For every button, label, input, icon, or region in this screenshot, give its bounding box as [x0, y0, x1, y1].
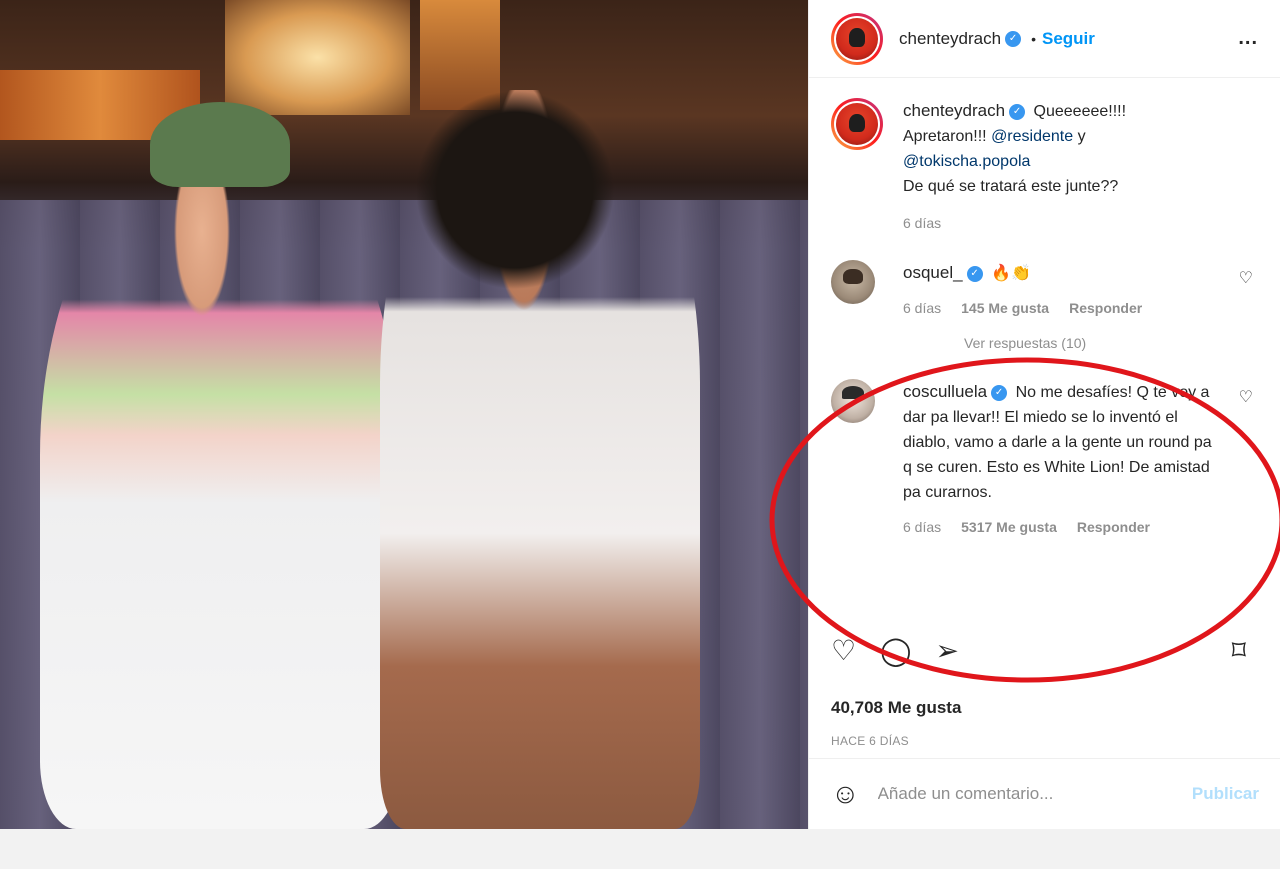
follow-button[interactable]: Seguir — [1042, 29, 1095, 49]
caption: chenteydrach ✓ Queeeeee!!!! Apretaron!!! … — [809, 98, 1280, 236]
post-actions: ♡ ◯ ➢ ⌑ — [831, 634, 1246, 667]
comment-likes[interactable]: 145 Me gusta — [961, 296, 1049, 321]
header-separator: • — [1031, 30, 1036, 47]
reply-button[interactable]: Responder — [1077, 515, 1150, 540]
instagram-post: chenteydrach ✓ • Seguir ... chenteydrach… — [0, 0, 1280, 829]
reply-button[interactable]: Responder — [1069, 296, 1142, 321]
comment-item: cosculluela ✓ No me desafíes! Q te voy a … — [809, 379, 1280, 540]
verified-icon: ✓ — [991, 384, 1008, 401]
comment-author[interactable]: cosculluela — [903, 382, 987, 401]
total-likes[interactable]: 40,708 Me gusta — [831, 698, 961, 718]
comment-like-icon[interactable]: ♡ — [1239, 268, 1253, 288]
caption-text-2: Apretaron!!! — [903, 128, 987, 145]
caption-time[interactable]: 6 días — [903, 211, 941, 236]
caption-author[interactable]: chenteydrach — [903, 101, 1005, 120]
like-heart-icon[interactable]: ♡ — [831, 634, 856, 667]
post-side-panel: chenteydrach ✓ • Seguir ... chenteydrach… — [808, 0, 1280, 829]
more-options-icon[interactable]: ... — [1238, 27, 1258, 50]
save-bookmark-icon[interactable]: ⌑ — [1232, 634, 1246, 667]
comment-like-icon[interactable]: ♡ — [1239, 387, 1253, 407]
mention-tokischa[interactable]: @tokischa.popola — [903, 153, 1030, 170]
view-replies-link[interactable]: Ver respuestas (10) — [809, 335, 1280, 351]
verified-icon: ✓ — [1005, 30, 1022, 47]
comment-input[interactable] — [877, 784, 1192, 804]
comment-likes[interactable]: 5317 Me gusta — [961, 515, 1057, 540]
post-photo[interactable] — [0, 0, 808, 829]
photo-lamp — [225, 0, 410, 115]
share-plane-icon[interactable]: ➢ — [935, 634, 958, 667]
emoji-icon[interactable]: ☺ — [831, 778, 860, 810]
comment-text: No me desafíes! Q te voy a dar pa llevar… — [903, 384, 1212, 501]
photo-person-left — [40, 150, 400, 829]
photo-hair — [415, 90, 615, 290]
author-avatar[interactable] — [831, 12, 883, 65]
comment-author[interactable]: osquel_ — [903, 263, 963, 282]
photo-cap — [150, 102, 290, 187]
mention-residente[interactable]: @residente — [991, 128, 1073, 145]
comment-item: osquel_ ✓ 🔥👏 6 días 145 Me gusta Responde… — [809, 260, 1280, 321]
caption-avatar[interactable] — [831, 98, 883, 150]
publish-button[interactable]: Publicar — [1192, 784, 1259, 804]
author-username[interactable]: chenteydrach — [899, 29, 1001, 49]
caption-text-1: Queeeeee!!!! — [1033, 103, 1127, 120]
commenter-avatar[interactable] — [831, 379, 875, 423]
post-header: chenteydrach ✓ • Seguir ... — [809, 0, 1280, 78]
commenter-avatar[interactable] — [831, 260, 875, 304]
post-date[interactable]: HACE 6 DÍAS — [831, 734, 909, 748]
comment-time[interactable]: 6 días — [903, 515, 941, 540]
caption-and: y — [1077, 128, 1086, 145]
verified-icon: ✓ — [1009, 103, 1026, 120]
comment-bubble-icon[interactable]: ◯ — [880, 634, 911, 667]
comments-list[interactable]: chenteydrach ✓ Queeeeee!!!! Apretaron!!! … — [809, 78, 1280, 624]
verified-icon: ✓ — [966, 265, 983, 282]
comment-text: 🔥👏 — [991, 265, 1031, 282]
add-comment-bar: ☺ Publicar — [809, 758, 1280, 829]
comment-time[interactable]: 6 días — [903, 296, 941, 321]
caption-text-3: De qué se tratará este junte?? — [903, 178, 1119, 195]
